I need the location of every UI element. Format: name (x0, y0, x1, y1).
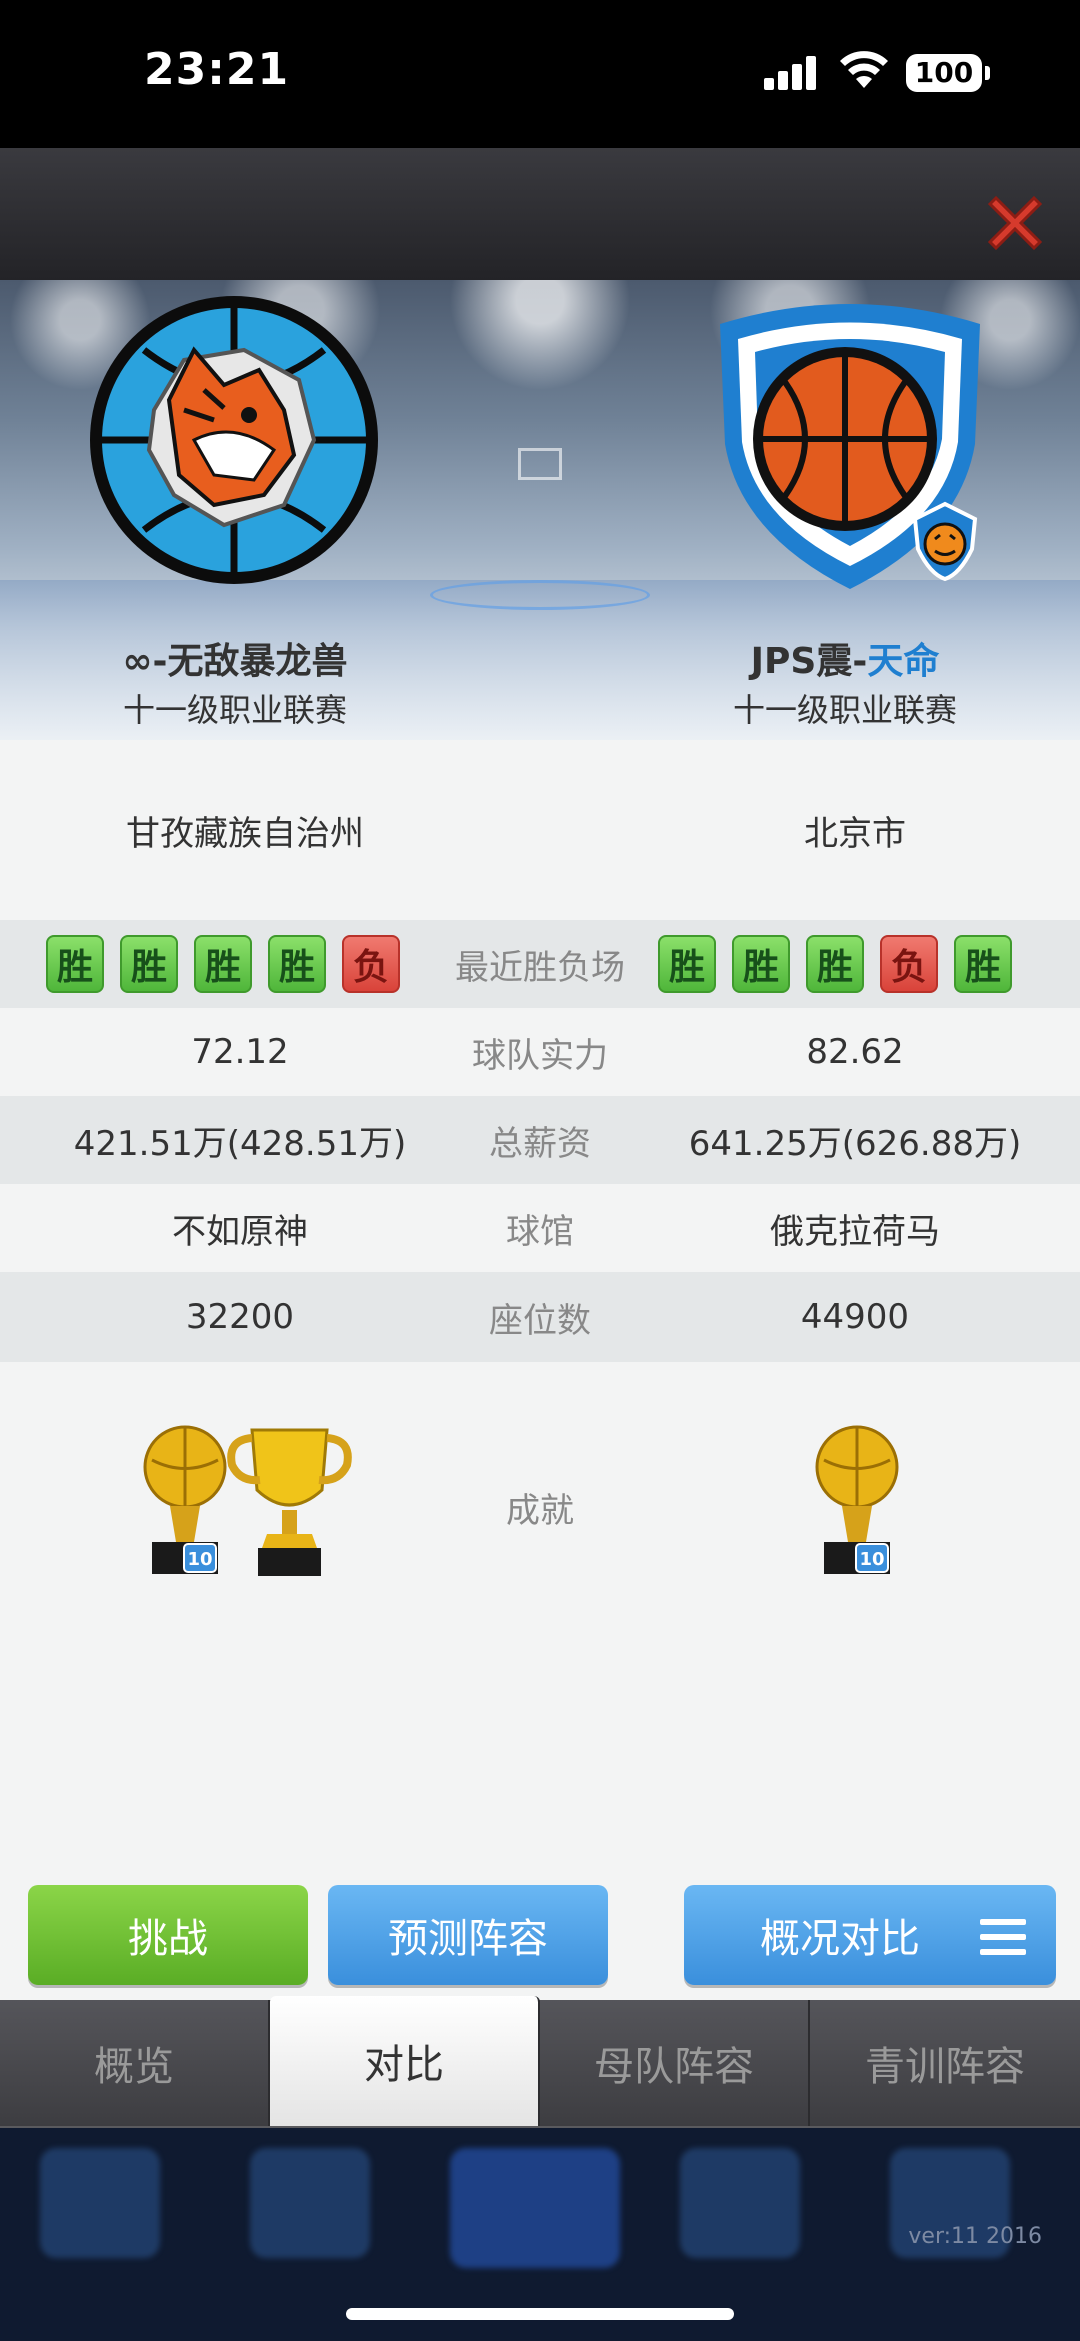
mvp-trophy-icon[interactable]: 10 (812, 1422, 902, 1582)
basketball-shield-logo-icon[interactable] (700, 294, 1000, 594)
salary-row: 421.51万(428.51万) 总薪资 641.25万(626.88万) (0, 1096, 1080, 1184)
result-badge: 胜 (194, 935, 252, 993)
right-strength: 82.62 (806, 1032, 904, 1072)
right-trophy-badge: 10 (859, 1549, 884, 1570)
court-circle (430, 580, 650, 610)
right-region: 北京市 (804, 813, 906, 854)
overview-compare-button[interactable]: 概况对比 (684, 1885, 1056, 1985)
achievement-label: 成就 (506, 1490, 574, 1531)
dock-icon (450, 2148, 620, 2268)
tiger-basketball-logo-icon[interactable] (84, 290, 384, 590)
result-badge: 负 (342, 935, 400, 993)
result-badge: 负 (880, 935, 938, 993)
left-team-name: ∞-无敌暴龙兽 (122, 641, 348, 682)
seats-row: 32200 座位数 44900 (0, 1272, 1080, 1362)
tab-compare[interactable]: 对比 (270, 1996, 540, 2126)
recent-results-row: 胜 胜 胜 胜 负 最近胜负场 胜 胜 胜 负 胜 (0, 920, 1080, 1008)
wifi-icon (840, 51, 888, 88)
close-icon[interactable] (980, 188, 1050, 258)
right-team-name-accent: 天命 (867, 641, 940, 682)
team-banner: ∞-无敌暴龙兽 十一级职业联赛 JPS震-天命 十一级职业联赛 (0, 280, 1080, 740)
right-team-league: 十一级职业联赛 (732, 691, 957, 729)
tab-overview[interactable]: 概览 (0, 2000, 270, 2126)
dialog-header (0, 148, 1080, 280)
left-seats: 32200 (185, 1297, 295, 1337)
tab-parent-lineup[interactable]: 母队阵容 (540, 2000, 810, 2126)
overview-compare-label: 概况对比 (760, 1916, 920, 1962)
cellular-signal-icon (764, 56, 820, 90)
left-region: 甘孜藏族自治州 (126, 813, 364, 854)
result-badge: 胜 (46, 935, 104, 993)
achievement-row: 成就 10 10 (0, 1362, 1080, 1652)
dock-icon (40, 2148, 160, 2258)
left-recent-results: 胜 胜 胜 胜 负 (38, 920, 418, 1008)
left-trophy-badge: 10 (187, 1549, 212, 1570)
battery-indicator: 100 (906, 54, 990, 92)
tab-youth-lineup[interactable]: 青训阵容 (810, 2000, 1080, 2126)
result-badge: 胜 (268, 935, 326, 993)
left-team-league: 十一级职业联赛 (122, 691, 347, 729)
menu-icon (980, 1919, 1026, 1955)
right-team-name-prefix: JPS震- (750, 641, 868, 682)
championship-cup-icon[interactable] (222, 1420, 357, 1580)
status-bar: 23:21 100 (0, 0, 1080, 148)
strength-row: 72.12 球队实力 82.62 (0, 1008, 1080, 1096)
tab-bar: 概览 对比 母队阵容 青训阵容 (0, 1996, 1080, 2128)
recent-results-label: 最近胜负场 (455, 947, 625, 988)
result-badge: 胜 (954, 935, 1012, 993)
result-badge: 胜 (120, 935, 178, 993)
right-recent-results: 胜 胜 胜 负 胜 (650, 920, 1030, 1008)
result-badge: 胜 (732, 935, 790, 993)
mvp-trophy-icon[interactable]: 10 (140, 1422, 230, 1582)
predict-lineup-button[interactable]: 预测阵容 (328, 1885, 608, 1985)
right-team-name: JPS震-天命 (650, 632, 1040, 684)
result-badge: 胜 (806, 935, 864, 993)
region-row: 甘孜藏族自治州 北京市 (0, 740, 1080, 920)
status-time: 23:21 (144, 44, 290, 95)
basketball-hoop (518, 448, 562, 480)
left-arena: 不如原神 (172, 1211, 308, 1252)
dock-icon (250, 2148, 370, 2258)
arena-row: 不如原神 球馆 俄克拉荷马 (0, 1184, 1080, 1272)
version-label: ver:11 2016 (908, 2224, 1042, 2249)
left-salary: 421.51万(428.51万) (73, 1123, 407, 1164)
right-seats: 44900 (800, 1297, 910, 1337)
challenge-button[interactable]: 挑战 (28, 1885, 308, 1985)
left-strength: 72.12 (191, 1032, 289, 1072)
home-indicator[interactable] (346, 2308, 734, 2320)
dock-icon (680, 2148, 800, 2258)
right-arena: 俄克拉荷马 (770, 1211, 940, 1252)
comparison-table: 甘孜藏族自治州 北京市 胜 胜 胜 胜 负 最近胜负场 胜 胜 胜 负 胜 72… (0, 740, 1080, 1710)
right-salary: 641.25万(626.88万) (688, 1123, 1022, 1164)
result-badge: 胜 (658, 935, 716, 993)
